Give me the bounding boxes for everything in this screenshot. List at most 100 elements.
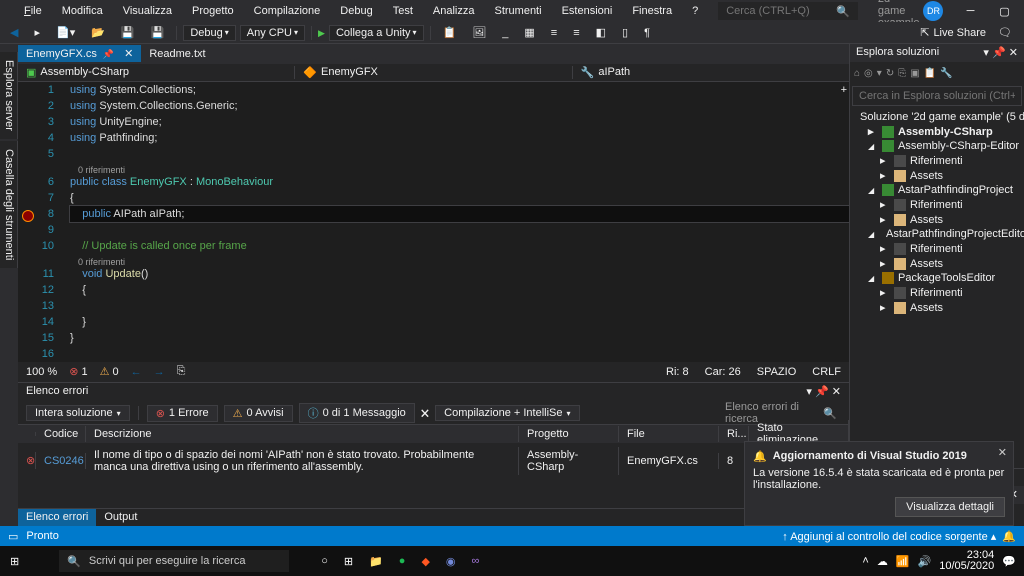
zoom-level[interactable]: 100 %	[26, 366, 57, 378]
config-combo[interactable]: Debug	[183, 25, 235, 41]
error-row[interactable]: ⊗ CS0246 Il nome di tipo o di spazio dei…	[18, 443, 849, 479]
close-icon[interactable]: ✕	[998, 446, 1007, 459]
platform-combo[interactable]: Any CPU	[240, 25, 305, 41]
feedback-icon[interactable]: 🗨	[998, 26, 1012, 39]
tb-icon[interactable]: ◎	[864, 68, 873, 79]
pin-icon[interactable]	[103, 48, 114, 60]
build-filter[interactable]: Compilazione + IntelliSe	[435, 405, 579, 421]
vs-icon[interactable]: ∞	[472, 555, 480, 568]
pin-icon[interactable]: 📌	[992, 47, 1006, 59]
warnings-filter[interactable]: ⚠0 Avvisi	[224, 405, 293, 422]
server-explorer-tab[interactable]: Esplora server	[0, 52, 18, 139]
file-tab[interactable]: Readme.txt	[141, 46, 213, 62]
pin-icon[interactable]: 📌	[815, 386, 829, 398]
tray-expand-icon[interactable]: ˄	[862, 555, 868, 567]
references-node[interactable]: Riferimenti	[852, 153, 1022, 168]
folder-node[interactable]: Assets	[852, 212, 1022, 227]
source-control-button[interactable]: ↑ Aggiungi al controllo del codice sorge…	[782, 530, 996, 543]
project-node[interactable]: PackageToolsEditor	[852, 271, 1022, 285]
nav-next[interactable]: →	[154, 366, 165, 378]
solution-node[interactable]: Soluzione '2d game example' (5 di 5 prog	[852, 110, 1022, 124]
references-node[interactable]: Riferimenti	[852, 285, 1022, 300]
menu-tools[interactable]: Strumenti	[486, 3, 549, 19]
menu-analyze[interactable]: Analizza	[425, 3, 483, 19]
references-node[interactable]: Riferimenti	[852, 197, 1022, 212]
clock[interactable]: 23:04 10/05/2020	[939, 550, 994, 572]
project-node[interactable]: AstarPathfindingProject	[852, 183, 1022, 197]
quick-search-input[interactable]	[726, 5, 836, 17]
tb-icon[interactable]: ▦	[518, 24, 540, 41]
solution-search-input[interactable]	[859, 90, 1015, 102]
live-share-button[interactable]: ⇱ Live Share 🗨	[920, 26, 1020, 39]
tb-icon[interactable]: ¶	[638, 25, 656, 41]
dropdown-icon[interactable]: ▾	[983, 47, 989, 59]
solution-search[interactable]	[852, 86, 1022, 106]
messages-filter[interactable]: ⓘ0 di 1 Messaggio	[299, 403, 415, 423]
code-content[interactable]: using System.Collections; using System.C…	[62, 82, 849, 362]
project-node[interactable]: Assembly-CSharp	[852, 124, 1022, 139]
col-desc[interactable]: Descrizione	[86, 426, 519, 442]
tb-icon[interactable]: ▣	[910, 68, 919, 79]
col-code[interactable]: Codice	[36, 426, 86, 442]
nav-back-button[interactable]: ◀	[4, 24, 24, 41]
windows-search[interactable]: 🔍 Scrivi qui per eseguire la ricerca	[59, 550, 289, 572]
tb-icon[interactable]: 🖼	[466, 24, 492, 41]
maximize-button[interactable]: ▢	[989, 1, 1019, 21]
minimize-button[interactable]: ─	[955, 1, 985, 21]
close-icon[interactable]: ✕	[832, 386, 841, 398]
start-button[interactable]: ⊞	[0, 555, 29, 568]
nav-project[interactable]: ▣Assembly-CSharp	[18, 66, 295, 79]
tb-icon[interactable]: ▯	[616, 24, 634, 41]
folder-node[interactable]: Assets	[852, 168, 1022, 183]
codelens-refs[interactable]: 0 riferimenti	[70, 254, 849, 266]
pin-icon[interactable]: ▾	[806, 386, 812, 398]
spotify-icon[interactable]: ●	[399, 555, 406, 568]
notification-center-icon[interactable]: 💬	[1002, 555, 1016, 568]
code-editor[interactable]: + 1 2 3 4 5 6 7 8 9 10 11 12 13 14 15 16	[18, 82, 849, 362]
new-dropdown[interactable]: 📄▾	[50, 24, 81, 41]
wifi-icon[interactable]: 📶	[896, 555, 910, 568]
avatar[interactable]: DR	[923, 1, 943, 21]
app-icon[interactable]: ◆	[421, 555, 429, 568]
menu-extensions[interactable]: Estensioni	[554, 3, 621, 19]
codelens-refs[interactable]: 0 riferimenti	[70, 162, 849, 174]
wrench-icon[interactable]: 🔧	[940, 68, 952, 79]
close-icon[interactable]: ✕	[124, 47, 133, 60]
menu-window[interactable]: Finestra	[624, 3, 680, 19]
menu-edit[interactable]: Modifica	[54, 3, 111, 19]
breakpoint-icon[interactable]	[22, 210, 34, 222]
tab-error-list[interactable]: Elenco errori	[18, 509, 96, 526]
close-icon[interactable]: ✕	[1009, 47, 1018, 59]
view-details-button[interactable]: Visualizza dettagli	[895, 497, 1005, 517]
discord-icon[interactable]: ◉	[446, 555, 456, 568]
file-tab-active[interactable]: EnemyGFX.cs ✕	[18, 45, 141, 62]
notifications-icon[interactable]: 🔔	[1002, 530, 1016, 543]
menu-build[interactable]: Compilazione	[246, 3, 329, 19]
col-line[interactable]: Ri...	[719, 426, 749, 442]
nav-member[interactable]: 🔧aIPath	[573, 66, 849, 79]
scope-filter[interactable]: Intera soluzione	[26, 405, 130, 421]
nav-prev[interactable]: ←	[131, 366, 142, 378]
folder-node[interactable]: Assets	[852, 300, 1022, 315]
open-button[interactable]: 📂	[85, 24, 111, 41]
tb-icon[interactable]: _	[496, 25, 514, 41]
save-button[interactable]: 💾	[115, 24, 141, 41]
tb-icon[interactable]: ◧	[590, 24, 612, 41]
tb-icon[interactable]: ≡	[545, 25, 563, 41]
clear-button[interactable]: 🗙	[421, 404, 429, 423]
nav-class[interactable]: 🔶EnemyGFX	[295, 66, 572, 79]
toolbox-tab[interactable]: Casella degli strumenti	[0, 141, 18, 268]
taskview-icon[interactable]: ⊞	[344, 555, 353, 568]
menu-test[interactable]: Test	[385, 3, 421, 19]
menu-debug[interactable]: Debug	[332, 3, 380, 19]
nav-list[interactable]: ⎘	[177, 365, 186, 378]
volume-icon[interactable]: 🔊	[918, 555, 932, 568]
tb-icon[interactable]: ▾	[877, 68, 882, 79]
solution-tree[interactable]: Soluzione '2d game example' (5 di 5 prog…	[850, 108, 1024, 468]
menu-file[interactable]: File	[16, 3, 50, 19]
references-node[interactable]: Riferimenti	[852, 241, 1022, 256]
tb-icon[interactable]: ≡	[567, 25, 585, 41]
nav-fwd-button[interactable]: ▸	[28, 24, 46, 41]
tab-output[interactable]: Output	[96, 509, 145, 526]
warning-count[interactable]: ⚠ 0	[100, 365, 119, 378]
